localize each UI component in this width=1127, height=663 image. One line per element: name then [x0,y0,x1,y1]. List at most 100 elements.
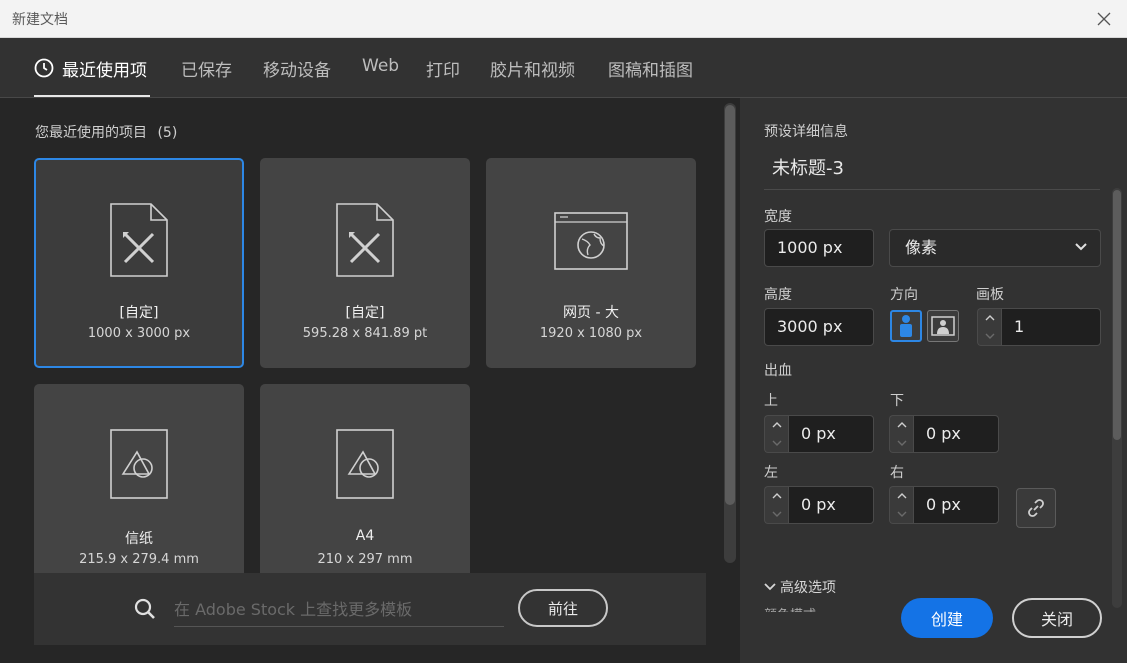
stepper-arrows[interactable] [977,308,1001,346]
artboards-label: 画板 [976,287,1004,303]
orientation-label: 方向 [890,287,918,303]
preset-size: 595.28 x 841.89 pt [302,326,428,341]
clock-icon [34,58,54,78]
chevron-up-icon[interactable] [897,422,907,428]
recent-scrollbar[interactable] [724,103,736,563]
artboards-value[interactable]: 1 [1001,308,1101,346]
create-button[interactable]: 创建 [901,598,993,638]
custom-doc-icon [110,203,168,277]
close-button[interactable]: 关闭 [1012,598,1102,638]
print-doc-icon [336,429,394,499]
bleed-left-label: 左 [764,465,778,481]
recent-heading: 您最近使用的项目 (5) [35,122,177,142]
landscape-icon [931,316,955,336]
stepper-arrows[interactable] [889,415,913,453]
bleed-left-value[interactable]: 0 px [788,486,874,524]
unit-value: 像素 [905,238,938,257]
scrollbar-thumb[interactable] [725,105,735,505]
orientation-landscape-button[interactable] [927,310,959,342]
stock-search-input[interactable] [174,593,504,627]
bleed-top-stepper[interactable]: 0 px [764,415,874,453]
custom-doc-icon [336,203,394,277]
link-icon [1028,499,1044,517]
preset-tabs: 最近使用项 已保存 移动设备 Web 打印 胶片和视频 图稿和插图 [0,38,1127,98]
recent-panel: 您最近使用的项目 (5) [自定] 1000 x 3000 px [自定] 59… [0,98,740,663]
advanced-options-label: 高级选项 [780,580,836,596]
tab-web[interactable]: Web [362,56,399,76]
preset-name: A4 [355,528,375,544]
stock-search-bar: 前往 [34,573,706,645]
window-titlebar: 新建文档 [0,0,1127,38]
preset-name: 网页 - 大 [563,305,619,321]
preset-size: 215.9 x 279.4 mm [79,552,199,567]
artboards-stepper[interactable]: 1 [977,308,1101,346]
close-icon [1097,12,1111,26]
preset-tile-letter[interactable]: 信纸 215.9 x 279.4 mm [34,384,244,594]
search-icon [134,598,155,619]
chevron-up-icon[interactable] [772,493,782,499]
width-label: 宽度 [764,209,792,225]
preset-tile-a4[interactable]: A4 210 x 297 mm [260,384,470,594]
stepper-arrows[interactable] [764,486,788,524]
preset-size: 210 x 297 mm [317,552,413,567]
tab-film-video[interactable]: 胶片和视频 [490,56,575,81]
orientation-portrait-button[interactable] [890,310,922,342]
tab-art-illustration[interactable]: 图稿和插图 [608,56,693,81]
unit-select[interactable]: 像素 [889,229,1101,267]
chevron-down-icon[interactable] [897,440,907,446]
preset-details-heading: 预设详细信息 [764,124,848,140]
chevron-down-icon[interactable] [772,511,782,517]
preset-tile-web-large[interactable]: 网页 - 大 1920 x 1080 px [486,158,696,368]
preset-size: 1920 x 1080 px [539,326,643,341]
preset-name: [自定] [345,305,385,321]
bleed-left-stepper[interactable]: 0 px [764,486,874,524]
window-close-button[interactable] [1081,0,1127,38]
preset-tile-custom-2[interactable]: [自定] 595.28 x 841.89 pt [260,158,470,368]
color-mode-label: 颜色模式 [764,604,816,612]
preset-details-panel: 预设详细信息 未标题-3 宽度 1000 px 像素 高度 3000 px 方向… [740,98,1127,663]
tab-print[interactable]: 打印 [426,56,460,81]
bleed-bottom-stepper[interactable]: 0 px [889,415,999,453]
height-input[interactable]: 3000 px [764,308,874,346]
chevron-up-icon[interactable] [985,315,995,321]
web-icon [554,212,628,270]
width-input[interactable]: 1000 px [764,229,874,267]
preset-name: 信纸 [125,531,153,547]
print-doc-icon [110,429,168,499]
stepper-arrows[interactable] [764,415,788,453]
recent-heading-text: 您最近使用的项目 [35,125,147,141]
scrollbar-thumb[interactable] [1113,190,1121,440]
portrait-icon [900,315,912,337]
window-title: 新建文档 [12,12,68,28]
chevron-down-icon [764,583,776,591]
advanced-options-toggle[interactable]: 高级选项 [764,577,836,597]
bleed-bottom-label: 下 [890,393,904,409]
chevron-down-icon[interactable] [772,440,782,446]
new-document-dialog: 最近使用项 已保存 移动设备 Web 打印 胶片和视频 图稿和插图 您最近使用的… [0,38,1127,663]
preset-tile-custom-1[interactable]: [自定] 1000 x 3000 px [34,158,244,368]
bleed-top-value[interactable]: 0 px [788,415,874,453]
bleed-label: 出血 [764,363,792,379]
tab-saved[interactable]: 已保存 [181,56,232,81]
bleed-right-label: 右 [890,465,904,481]
preset-name: [自定] [119,305,159,321]
stock-go-button[interactable]: 前往 [518,589,608,627]
chevron-down-icon [1075,243,1087,251]
chevron-up-icon[interactable] [772,422,782,428]
height-label: 高度 [764,287,792,303]
chevron-down-icon[interactable] [897,511,907,517]
bleed-bottom-value[interactable]: 0 px [913,415,999,453]
tab-recent[interactable]: 最近使用项 [62,56,147,81]
link-bleed-button[interactable] [1016,488,1056,528]
document-name-field[interactable]: 未标题-3 [764,156,1100,190]
stepper-arrows[interactable] [889,486,913,524]
details-scrollbar[interactable] [1112,188,1122,608]
bleed-right-value[interactable]: 0 px [913,486,999,524]
chevron-down-icon[interactable] [985,333,995,339]
bleed-top-label: 上 [764,393,778,409]
chevron-up-icon[interactable] [897,493,907,499]
recent-count: (5) [157,125,178,141]
bleed-right-stepper[interactable]: 0 px [889,486,999,524]
tab-mobile[interactable]: 移动设备 [263,56,331,81]
preset-size: 1000 x 3000 px [87,326,191,341]
